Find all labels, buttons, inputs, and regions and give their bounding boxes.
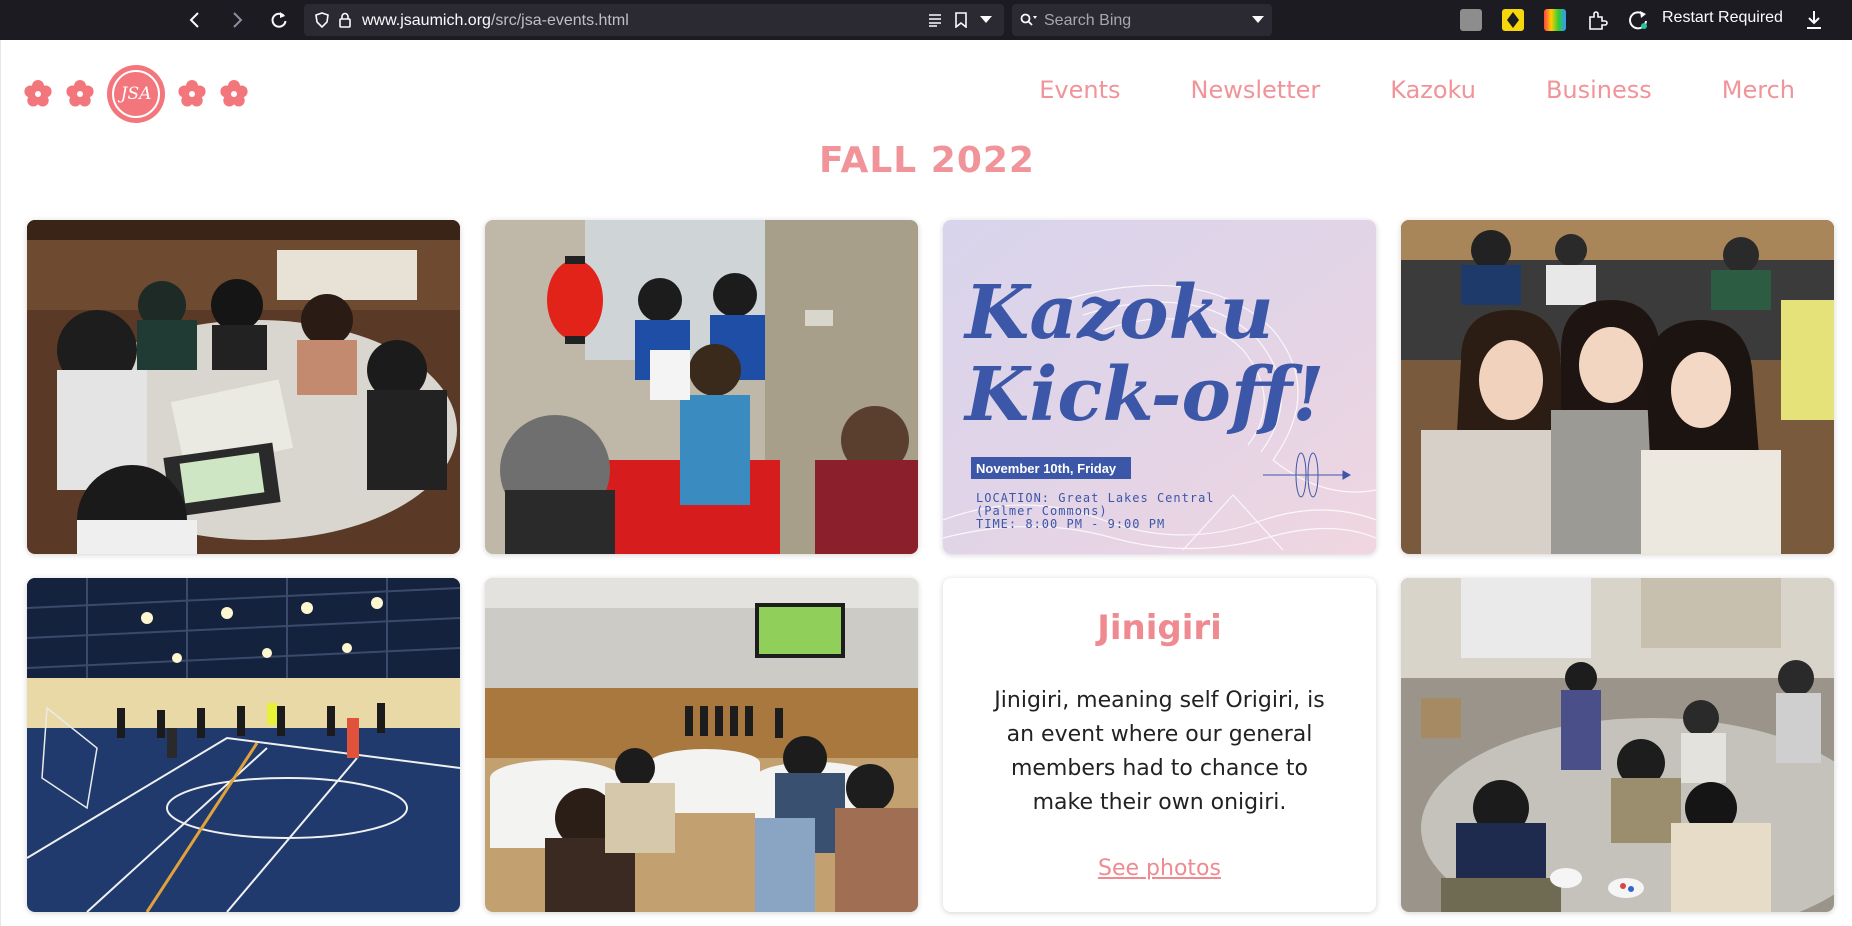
url-text[interactable]: www.jsaumich.org/src/jsa-events.html [362, 12, 629, 30]
event-card-jinigiri: Jinigiri Jinigiri, meaning self Origiri,… [943, 578, 1376, 912]
extension-icon-1[interactable] [1460, 9, 1482, 31]
browser-toolbar: www.jsaumich.org/src/jsa-events.html Sea… [0, 0, 1852, 40]
event-card-title: Jinigiri [1097, 608, 1222, 648]
poster-title-line-2: Kick-off! [963, 352, 1325, 438]
jsa-logo-text: JSA [112, 70, 160, 118]
download-icon[interactable] [1804, 9, 1824, 31]
event-photo-board-game[interactable] [27, 220, 460, 554]
event-photo-banquet-hall[interactable] [485, 578, 918, 912]
shield-icon[interactable] [314, 12, 330, 28]
reader-view-icon[interactable] [928, 13, 942, 27]
jsa-logo: JSA [107, 65, 165, 123]
poster-date: November 10th, Friday [976, 461, 1117, 476]
cherry-blossom-icon [66, 80, 94, 107]
bookmark-icon[interactable] [954, 12, 968, 28]
lock-icon[interactable] [338, 12, 352, 28]
cherry-blossom-icon [24, 80, 52, 107]
back-button[interactable] [178, 4, 212, 36]
poster-location-line-2: (Palmer Commons) [976, 504, 1108, 518]
event-photo-selfie[interactable] [1401, 220, 1834, 554]
page-content: JSA Events Newsletter Kazoku Business Me… [0, 40, 1852, 926]
forward-button[interactable] [220, 4, 254, 36]
nav-link-merch[interactable]: Merch [1722, 76, 1795, 104]
extensions-puzzle-icon[interactable] [1586, 9, 1608, 31]
search-placeholder: Search Bing [1044, 12, 1132, 29]
poster-title-line-1: Kazoku [963, 270, 1274, 356]
search-engine-dropdown-icon[interactable] [1252, 16, 1264, 24]
reload-button[interactable] [262, 4, 296, 36]
nav-link-kazoku[interactable]: Kazoku [1390, 76, 1476, 104]
back-arrow-icon [189, 12, 199, 28]
site-logo[interactable]: JSA [23, 62, 261, 126]
search-bar[interactable]: Search Bing [1012, 4, 1272, 36]
restart-required-label[interactable]: Restart Required [1662, 9, 1783, 27]
nav-link-newsletter[interactable]: Newsletter [1191, 76, 1321, 104]
poster-location-line-1: LOCATION: Great Lakes Central [976, 491, 1215, 505]
search-icon [1020, 13, 1037, 26]
url-domain: www.jsaumich.org [362, 12, 491, 29]
nav-link-business[interactable]: Business [1546, 76, 1652, 104]
cherry-blossom-icon [178, 80, 206, 107]
main-navigation: Events Newsletter Kazoku Business Merch [1039, 76, 1795, 104]
event-card-description: Jinigiri, meaning self Origiri, is an ev… [994, 688, 1325, 815]
restart-icon[interactable] [1626, 8, 1650, 32]
reload-icon [271, 12, 287, 28]
event-poster-kazoku-kickoff[interactable]: Kazoku Kick-off! November 10th, Friday L… [943, 220, 1376, 554]
poster-time: TIME: 8:00 PM - 9:00 PM [976, 517, 1165, 531]
extension-icon-3[interactable] [1544, 9, 1566, 31]
see-photos-link[interactable]: See photos [943, 856, 1376, 881]
nav-link-events[interactable]: Events [1039, 76, 1120, 104]
cherry-blossom-icon [220, 80, 248, 107]
url-path: /src/jsa-events.html [490, 12, 629, 29]
event-photo-gym-games[interactable] [27, 578, 460, 912]
extension-icon-2[interactable] [1502, 9, 1524, 31]
event-photo-painting[interactable] [1401, 578, 1834, 912]
event-photo-lantern-stall[interactable] [485, 220, 918, 554]
url-bar[interactable]: www.jsaumich.org/src/jsa-events.html [304, 4, 1004, 36]
semester-title: FALL 2022 [819, 140, 1035, 181]
chevron-down-icon[interactable] [980, 16, 992, 24]
forward-arrow-icon [233, 12, 243, 28]
